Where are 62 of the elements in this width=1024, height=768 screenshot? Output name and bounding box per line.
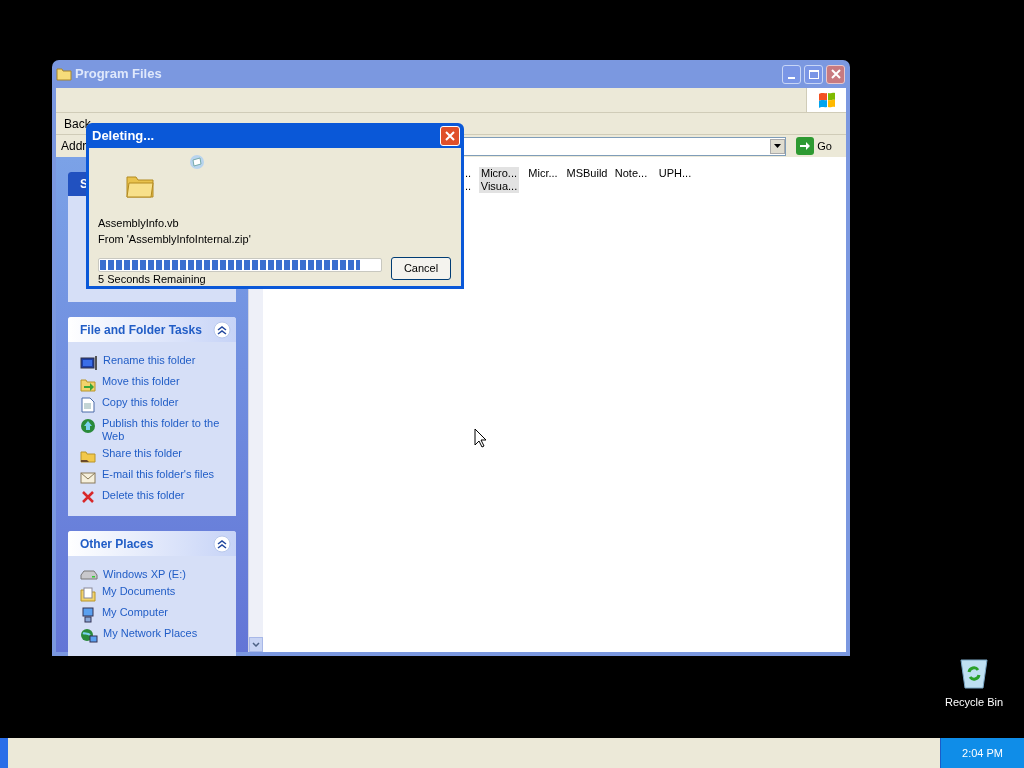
- file-label[interactable]: UPH...: [656, 167, 694, 180]
- time-remaining: 5 Seconds Remaining: [98, 272, 207, 286]
- task-link[interactable]: E-mail this folder's files: [101, 468, 224, 481]
- network-globe-icon: [80, 628, 98, 644]
- folder-document-icon: [80, 586, 97, 602]
- dropdown-button[interactable]: [770, 138, 786, 154]
- cancel-button[interactable]: Cancel: [391, 257, 451, 280]
- task-link[interactable]: Delete this folder: [101, 489, 224, 502]
- pointer-icon: [474, 428, 487, 448]
- address-label: Addr: [61, 138, 87, 155]
- file-label[interactable]: Micr...: [526, 167, 560, 180]
- task-link[interactable]: Windows XP (E:): [103, 568, 224, 581]
- folder-arrow-icon: [80, 376, 97, 392]
- window-icon: [80, 355, 98, 371]
- go-button[interactable]: Go: [796, 137, 832, 155]
- recycle-bin-icon[interactable]: [958, 656, 990, 690]
- panel-header[interactable]: Other Places: [68, 531, 236, 556]
- envelope-icon: [80, 469, 97, 485]
- paper-icon: [189, 154, 205, 170]
- collapse-icon[interactable]: [213, 534, 231, 553]
- dialog-title: Deleting...: [92, 126, 155, 145]
- task-link[interactable]: Publish this folder to the Web: [101, 417, 224, 443]
- flag-icon: [816, 91, 837, 109]
- folder-hand-icon: [80, 448, 97, 464]
- panel-title: File and Folder Tasks: [80, 321, 202, 339]
- file-label[interactable]: ..: [463, 180, 474, 193]
- task-link[interactable]: Copy this folder: [101, 396, 224, 409]
- folder-icon: [56, 67, 72, 81]
- task-link[interactable]: My Computer: [101, 606, 224, 619]
- globe-icon: [80, 418, 97, 434]
- maximize-button[interactable]: [804, 64, 823, 84]
- desktop-icon-label[interactable]: Recycle Bin: [944, 694, 1004, 711]
- source-text: From 'AssemblyInfoInternal.zip': [98, 232, 252, 247]
- task-link[interactable]: My Network Places: [103, 627, 224, 640]
- scroll-down-button[interactable]: [249, 637, 263, 652]
- close-icon: [445, 130, 455, 141]
- panel-header[interactable]: File and Folder Tasks: [68, 317, 236, 342]
- task-link[interactable]: Move this folder: [101, 375, 224, 388]
- file-label[interactable]: Micro...: [478, 167, 520, 180]
- delete-icon: [81, 490, 96, 504]
- computer-icon: [81, 607, 96, 623]
- clock: 2:04 PM: [962, 745, 1003, 761]
- file-name: AssemblyInfo.vb: [98, 216, 180, 231]
- folder-icon: [125, 173, 155, 199]
- file-label[interactable]: ..: [463, 167, 474, 180]
- start-button[interactable]: [0, 738, 8, 768]
- minimize-button[interactable]: [782, 64, 801, 84]
- task-link[interactable]: Share this folder: [101, 447, 224, 460]
- drive-icon: [80, 569, 98, 581]
- dropdown-arrow-icon: [774, 144, 782, 148]
- close-button[interactable]: [826, 64, 845, 84]
- collapse-icon[interactable]: [213, 320, 231, 339]
- file-label[interactable]: Visua...: [478, 180, 520, 193]
- file-label[interactable]: Note...: [612, 167, 650, 180]
- task-link[interactable]: My Documents: [101, 585, 224, 598]
- back-button[interactable]: Back: [64, 114, 91, 133]
- task-link[interactable]: Rename this folder: [103, 354, 224, 367]
- panel-title: Other Places: [80, 535, 154, 553]
- window-title: Program Files: [75, 65, 162, 84]
- file-label[interactable]: MSBuild: [564, 167, 610, 180]
- close-icon: [830, 69, 841, 79]
- document-icon: [81, 397, 96, 413]
